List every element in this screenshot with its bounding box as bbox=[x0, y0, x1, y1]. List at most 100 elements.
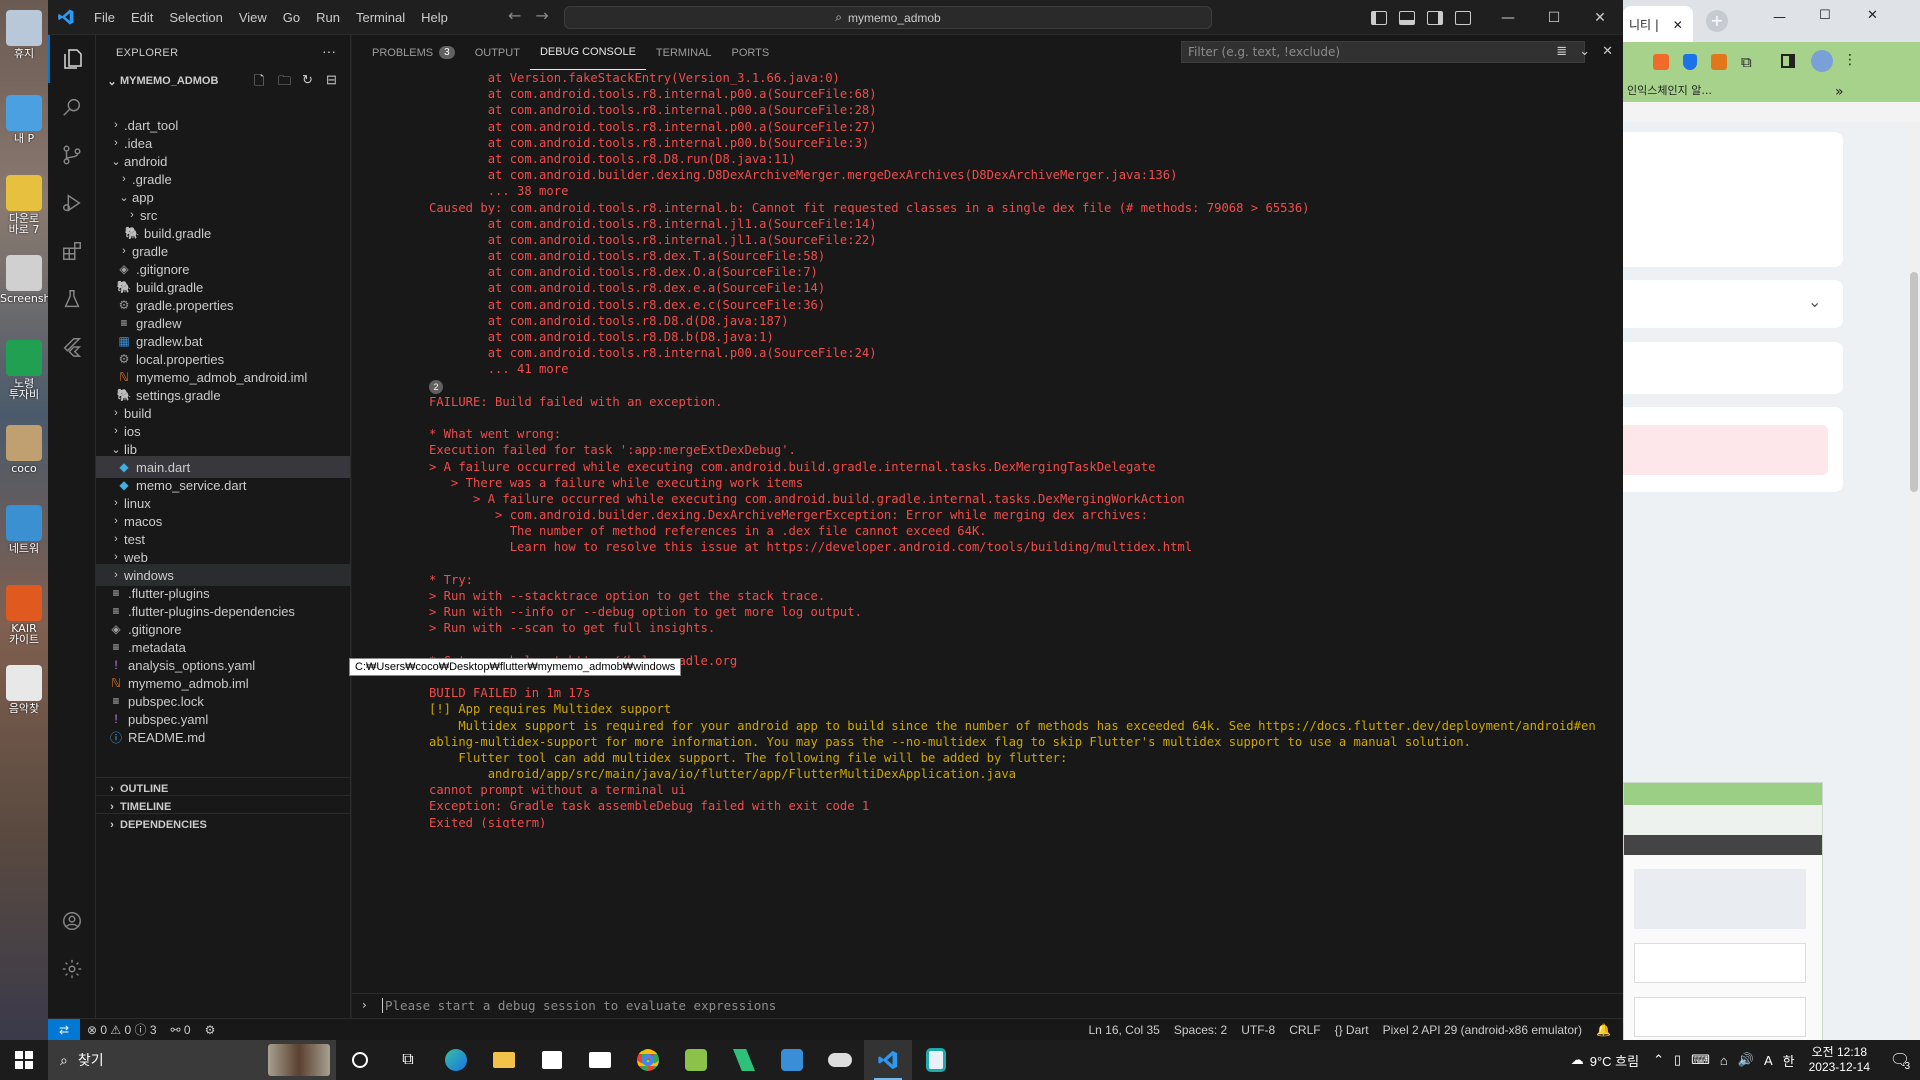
extension-icon[interactable] bbox=[1653, 54, 1669, 70]
browser-maximize-button[interactable]: ☐ bbox=[1819, 8, 1831, 23]
side-panel-icon[interactable] bbox=[1781, 54, 1795, 68]
customize-layout-icon[interactable] bbox=[1455, 10, 1471, 25]
explorer-icon[interactable] bbox=[48, 35, 96, 83]
edge-icon[interactable] bbox=[432, 1040, 480, 1080]
indentation[interactable]: Spaces: 2 bbox=[1167, 1023, 1234, 1037]
file-explorer-icon[interactable] bbox=[480, 1040, 528, 1080]
extensions-icon[interactable] bbox=[48, 227, 96, 275]
run-debug-icon[interactable] bbox=[48, 179, 96, 227]
browser-tab[interactable]: 니티 | ✕ bbox=[1623, 6, 1693, 42]
windows-start-button[interactable] bbox=[0, 1040, 48, 1080]
keyboard-tray-icon[interactable]: ⌨ bbox=[1691, 1052, 1710, 1068]
desktop-shortcut-icon[interactable] bbox=[6, 175, 42, 211]
language-mode[interactable]: {} Dart bbox=[1328, 1023, 1376, 1037]
toggle-secondary-sidebar-icon[interactable] bbox=[1427, 10, 1443, 25]
tab-debug-console[interactable]: DEBUG CONSOLE bbox=[529, 35, 646, 70]
desktop-shortcut-icon[interactable] bbox=[6, 10, 42, 46]
back-arrow-icon[interactable]: ← bbox=[508, 6, 521, 25]
shield-icon[interactable] bbox=[1683, 54, 1697, 70]
menu-selection[interactable]: Selection bbox=[161, 10, 230, 25]
tab-output[interactable]: OUTPUT bbox=[465, 35, 530, 70]
cortana-icon[interactable] bbox=[336, 1040, 384, 1080]
mail-icon[interactable] bbox=[576, 1040, 624, 1080]
paint-app-icon[interactable] bbox=[672, 1040, 720, 1080]
bookmarks-overflow[interactable]: » bbox=[1835, 84, 1844, 100]
dependencies-section[interactable]: › DEPENDENCIES bbox=[96, 813, 350, 835]
desktop-shortcut-icon[interactable] bbox=[6, 665, 42, 701]
tray-chevron-icon[interactable]: ⌃ bbox=[1653, 1052, 1664, 1068]
debug-status-icon[interactable]: ⚙ bbox=[198, 1023, 223, 1037]
browser-minimize-button[interactable]: — bbox=[1773, 10, 1786, 25]
new-tab-button[interactable]: + bbox=[1706, 10, 1728, 32]
menu-run[interactable]: Run bbox=[308, 10, 348, 25]
clear-console-icon[interactable]: ≣ bbox=[1556, 44, 1567, 59]
browser-close-button[interactable]: ✕ bbox=[1867, 8, 1878, 23]
new-folder-icon[interactable]: 🗀 bbox=[278, 72, 294, 88]
testing-icon[interactable] bbox=[48, 275, 96, 323]
chrome-icon[interactable] bbox=[624, 1040, 672, 1080]
notification-center-icon[interactable]: 🗨 3 bbox=[1880, 1050, 1920, 1072]
puzzle-icon[interactable]: ⧉ bbox=[1741, 53, 1752, 71]
taskbar-search[interactable]: ⌕ 찾기 bbox=[48, 1040, 336, 1080]
flutter-icon[interactable] bbox=[48, 323, 96, 371]
maximize-button[interactable]: ☐ bbox=[1531, 0, 1577, 35]
device-selector[interactable]: Pixel 2 API 29 (android-x86 emulator) bbox=[1376, 1023, 1589, 1037]
weather-text[interactable]: 9°C 흐림 bbox=[1590, 1051, 1639, 1070]
store-icon[interactable] bbox=[528, 1040, 576, 1080]
cursor-position[interactable]: Ln 16, Col 35 bbox=[1081, 1023, 1166, 1037]
network-icon[interactable]: ⌂ bbox=[1720, 1053, 1728, 1068]
desktop-shortcut-icon[interactable] bbox=[6, 255, 42, 291]
toggle-panel-icon[interactable] bbox=[1399, 10, 1415, 25]
menu-edit[interactable]: Edit bbox=[123, 10, 161, 25]
cloud-app-icon[interactable] bbox=[816, 1040, 864, 1080]
weather-icon[interactable]: ☁ bbox=[1571, 1052, 1584, 1068]
volume-icon[interactable]: 🔊 bbox=[1738, 1052, 1754, 1068]
refresh-icon[interactable]: ↻ bbox=[302, 72, 318, 88]
chevron-down-icon[interactable]: ⌄ bbox=[1579, 44, 1590, 59]
console-filter-input[interactable]: Filter (e.g. text, !exclude) bbox=[1181, 41, 1585, 63]
source-control-icon[interactable] bbox=[48, 131, 96, 179]
desktop-shortcut-icon[interactable] bbox=[6, 505, 42, 541]
tab-problems[interactable]: PROBLEMS 3 bbox=[362, 35, 465, 70]
encoding[interactable]: UTF-8 bbox=[1234, 1023, 1282, 1037]
device-icon[interactable]: ▯ bbox=[1674, 1052, 1681, 1068]
forward-arrow-icon[interactable]: → bbox=[535, 6, 548, 25]
scrollbar-thumb[interactable] bbox=[1910, 272, 1918, 492]
line-ending[interactable]: CRLF bbox=[1282, 1023, 1327, 1037]
problems-status[interactable]: ⊗ 0 ⚠ 0 ⓘ 3 bbox=[80, 1021, 164, 1038]
tab-close-icon[interactable]: ✕ bbox=[1673, 18, 1683, 32]
account-icon[interactable] bbox=[48, 897, 96, 945]
minimize-button[interactable]: — bbox=[1485, 0, 1531, 35]
menu-help[interactable]: Help bbox=[413, 10, 456, 25]
close-button[interactable]: ✕ bbox=[1577, 0, 1623, 35]
notifications-bell-icon[interactable]: 🔔 bbox=[1589, 1023, 1623, 1037]
remote-indicator[interactable]: ⇄ bbox=[48, 1018, 80, 1041]
new-file-icon[interactable]: 🗋 bbox=[254, 72, 270, 88]
vscode-taskbar-icon[interactable] bbox=[864, 1040, 912, 1080]
page-dropdown-card[interactable]: ⌄ bbox=[1623, 280, 1843, 328]
emulator-icon[interactable] bbox=[912, 1040, 960, 1080]
search-icon[interactable] bbox=[48, 83, 96, 131]
tab-terminal[interactable]: TERMINAL bbox=[646, 35, 722, 70]
command-center-search[interactable]: ⌕ mymemo_admob bbox=[564, 6, 1212, 29]
browser-menu-icon[interactable]: ⋮ bbox=[1843, 52, 1857, 68]
more-actions-icon[interactable]: ··· bbox=[322, 43, 336, 59]
menu-file[interactable]: File bbox=[86, 10, 123, 25]
collapse-all-icon[interactable]: ⊟ bbox=[326, 72, 342, 88]
settings-gear-icon[interactable] bbox=[48, 945, 96, 993]
clock[interactable]: 오전 12:18 2023-12-14 bbox=[1799, 1045, 1880, 1075]
desktop-shortcut-icon[interactable] bbox=[6, 585, 42, 621]
tab-ports[interactable]: PORTS bbox=[722, 35, 780, 70]
fox-extension-icon[interactable] bbox=[1711, 54, 1727, 70]
desktop-shortcut-icon[interactable] bbox=[6, 425, 42, 461]
settings-app-icon[interactable] bbox=[768, 1040, 816, 1080]
repl-input[interactable]: Please start a debug session to evaluate… bbox=[382, 997, 776, 1013]
bookmark-item[interactable]: 인익스체인지 알... bbox=[1627, 84, 1712, 97]
tree-file[interactable]: ⓘ README.md bbox=[96, 726, 350, 748]
android-studio-icon[interactable] bbox=[720, 1040, 768, 1080]
profile-avatar[interactable] bbox=[1811, 50, 1833, 72]
ime-hangul[interactable]: 한 bbox=[1783, 1051, 1795, 1070]
task-view-icon[interactable]: ⧉ bbox=[384, 1040, 432, 1080]
ime-mode[interactable]: A bbox=[1764, 1053, 1773, 1068]
desktop-shortcut-icon[interactable] bbox=[6, 95, 42, 131]
